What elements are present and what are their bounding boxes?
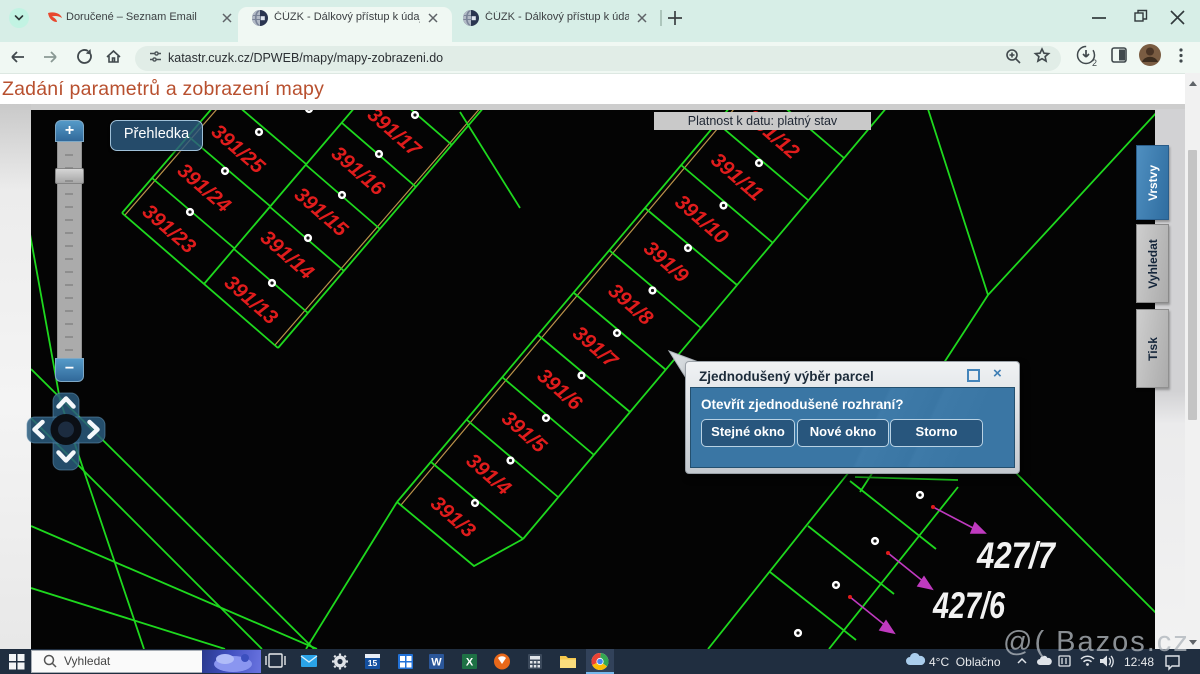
svg-text:15: 15 — [368, 658, 378, 668]
svg-text:X: X — [466, 657, 474, 669]
svg-text:W: W — [431, 657, 442, 669]
